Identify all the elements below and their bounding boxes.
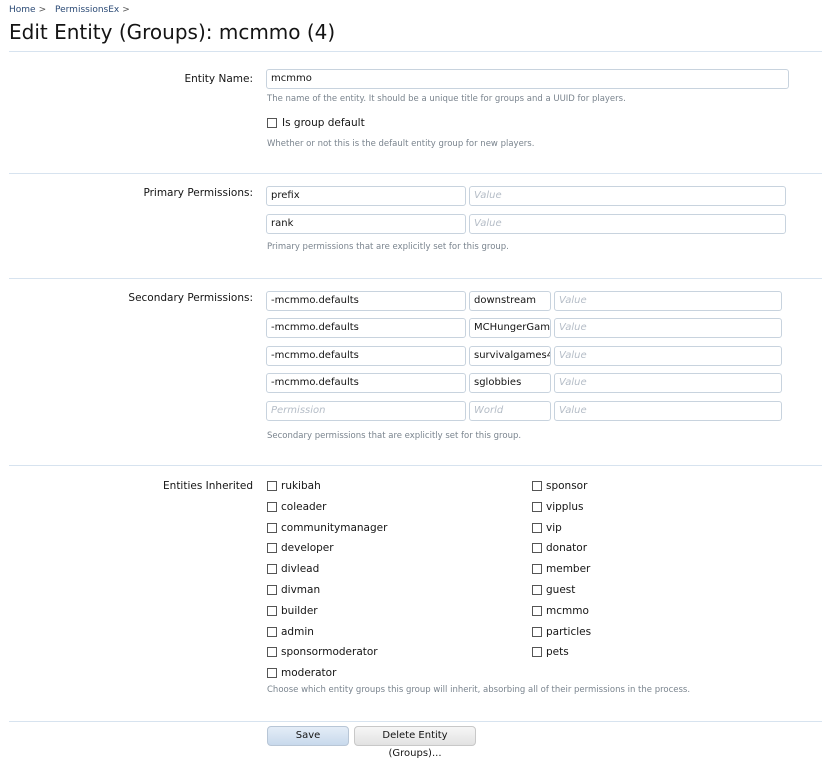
inherit-label: mcmmo <box>546 604 589 617</box>
inherit-label: particles <box>546 625 592 638</box>
primary-permission-input[interactable]: prefix <box>266 186 466 206</box>
inherit-checkbox[interactable] <box>532 626 542 637</box>
primary-value-input[interactable]: Value <box>469 214 786 234</box>
inherit-checkbox[interactable] <box>532 501 542 512</box>
secondary-world-input[interactable]: sglobbies <box>469 373 551 393</box>
save-button[interactable]: Save <box>267 726 349 746</box>
inherit-checkbox[interactable] <box>532 543 542 554</box>
group-default-label: Is group default <box>282 117 365 129</box>
inherit-label: builder <box>281 604 318 617</box>
divider <box>9 721 822 722</box>
entity-name-label: Entity Name: <box>184 73 253 85</box>
secondary-permission-input[interactable]: -mcmmo.defaults <box>266 346 466 366</box>
breadcrumb-separator: > <box>38 5 47 15</box>
new-value-input[interactable]: Value <box>554 401 782 421</box>
secondary-permission-input[interactable]: -mcmmo.defaults <box>266 291 466 311</box>
divider <box>9 51 822 52</box>
secondary-permission-input[interactable]: -mcmmo.defaults <box>266 318 466 338</box>
entities-inherited-label: Entities Inherited <box>163 480 253 492</box>
breadcrumb-home[interactable]: Home <box>9 5 36 15</box>
inherit-checkbox[interactable] <box>267 564 277 575</box>
inherit-checkbox[interactable] <box>267 543 277 554</box>
inherit-checkbox[interactable] <box>267 647 277 658</box>
new-world-input[interactable]: World <box>469 401 551 421</box>
inherit-label: sponsormoderator <box>281 646 378 659</box>
inherit-label: guest <box>546 584 576 596</box>
inherit-label: vipplus <box>546 500 584 513</box>
inherit-label: admin <box>281 625 314 638</box>
inherit-label: pets <box>546 646 569 659</box>
secondary-world-input[interactable]: survivalgames4 <box>469 346 551 366</box>
entities-inherited-hint: Choose which entity groups this group wi… <box>267 685 691 695</box>
inherit-checkbox[interactable] <box>532 585 542 595</box>
secondary-value-input[interactable]: Value <box>554 373 782 393</box>
breadcrumb-separator: > <box>122 5 130 15</box>
secondary-value-input[interactable]: Value <box>554 318 782 338</box>
entity-name-input[interactable]: mcmmo <box>266 69 789 89</box>
secondary-world-input[interactable]: MCHungerGames <box>469 318 551 338</box>
secondary-permissions-label: Secondary Permissions: <box>128 292 253 304</box>
page-title: Edit Entity (Groups): mcmmo (4) <box>9 20 336 44</box>
primary-value-input[interactable]: Value <box>469 186 786 206</box>
group-default-checkbox[interactable] <box>267 118 277 128</box>
breadcrumb-permissionsex[interactable]: PermissionsEx <box>55 5 119 15</box>
inherit-checkbox[interactable] <box>267 501 277 512</box>
secondary-value-input[interactable]: Value <box>554 346 782 366</box>
secondary-world-input[interactable]: downstream <box>469 291 551 311</box>
group-default-hint: Whether or not this is the default entit… <box>267 139 535 149</box>
inherit-checkbox[interactable] <box>267 668 277 679</box>
inherit-checkbox[interactable] <box>267 522 277 533</box>
inherit-label: divlead <box>281 563 320 576</box>
breadcrumb: Home > PermissionsEx > <box>9 5 136 15</box>
secondary-permission-input[interactable]: -mcmmo.defaults <box>266 373 466 393</box>
inherit-label: moderator <box>281 667 337 680</box>
inherit-label: communitymanager <box>281 521 388 534</box>
primary-permissions-hint: Primary permissions that are explicitly … <box>267 242 509 252</box>
inherit-checkbox[interactable] <box>267 605 277 616</box>
inherit-label: member <box>546 563 591 576</box>
inherit-checkbox[interactable] <box>532 647 542 658</box>
inherit-label: rukibah <box>281 480 321 492</box>
inherit-checkbox[interactable] <box>267 481 277 491</box>
inherit-label: divman <box>281 584 321 596</box>
inherit-checkbox[interactable] <box>267 585 277 595</box>
secondary-value-input[interactable]: Value <box>554 291 782 311</box>
inherit-checkbox[interactable] <box>532 481 542 491</box>
primary-permissions-label: Primary Permissions: <box>143 187 253 199</box>
secondary-permissions-hint: Secondary permissions that are explicitl… <box>267 431 522 441</box>
divider <box>9 465 822 466</box>
inherit-label: developer <box>281 542 334 555</box>
inherit-checkbox[interactable] <box>532 564 542 575</box>
divider <box>9 173 822 174</box>
inherit-checkbox[interactable] <box>532 522 542 533</box>
inherit-label: donator <box>546 542 588 555</box>
primary-permission-input[interactable]: rank <box>266 214 466 234</box>
inherit-label: vip <box>546 521 562 534</box>
delete-entity-button[interactable]: Delete Entity (Groups)... <box>354 726 476 759</box>
inherit-checkbox[interactable] <box>532 605 542 616</box>
divider <box>9 278 822 279</box>
inherit-label: sponsor <box>546 480 588 492</box>
inherit-checkbox[interactable] <box>267 626 277 637</box>
new-permission-input[interactable]: Permission <box>266 401 466 421</box>
entity-name-hint: The name of the entity. It should be a u… <box>267 94 626 104</box>
inherit-label: coleader <box>281 500 327 513</box>
